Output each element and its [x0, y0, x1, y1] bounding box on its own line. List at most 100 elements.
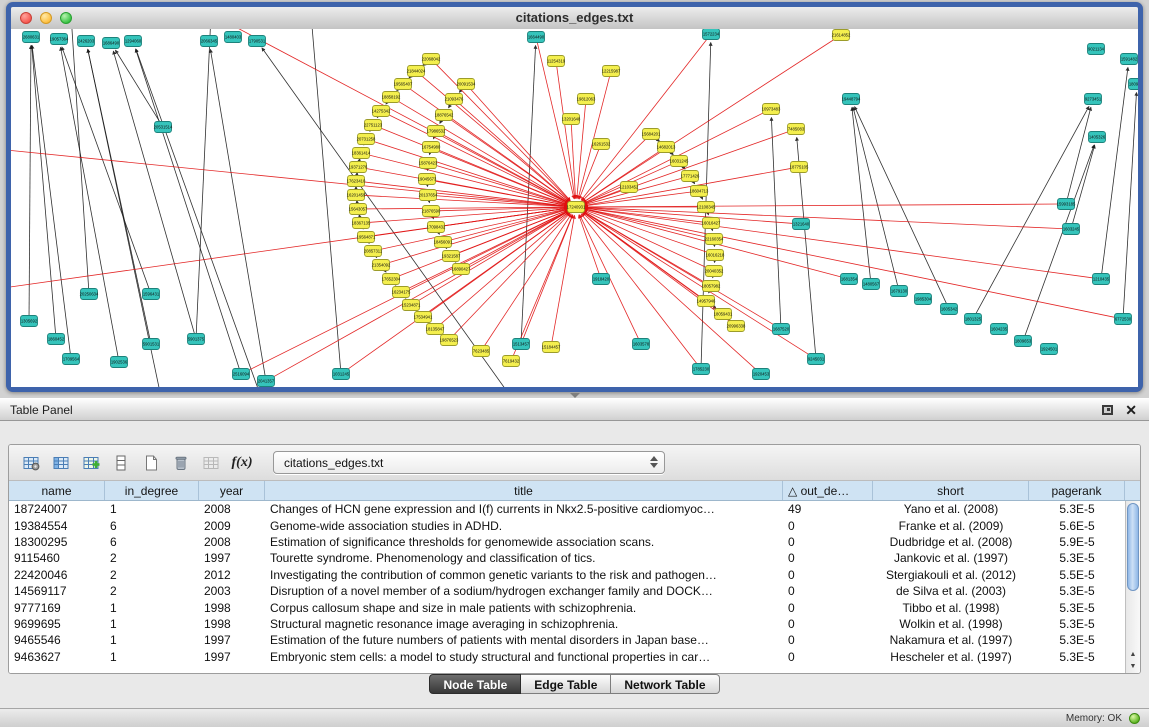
graph-node[interactable]: 1902536 [111, 357, 128, 368]
graph-node[interactable]: 16754980 [422, 142, 441, 153]
graph-node[interactable]: 1686490 [103, 38, 120, 49]
column-settings-icon[interactable] [17, 449, 44, 476]
graph-node[interactable]: 1918420 [593, 274, 610, 285]
graph-node[interactable]: 19057364 [50, 34, 69, 45]
graph-node[interactable]: 9273451 [1085, 94, 1102, 105]
graph-node[interactable]: 2041357 [258, 376, 275, 387]
graph-node[interactable]: 15684201 [642, 129, 661, 140]
graph-node[interactable]: 1709564 [63, 354, 80, 365]
select-columns-icon[interactable] [47, 449, 74, 476]
graph-node[interactable]: 5901375 [188, 334, 205, 345]
graph-node[interactable]: 14275342 [372, 106, 391, 117]
graph-node[interactable]: 20857311 [364, 246, 383, 257]
column-header-year[interactable]: year [199, 481, 265, 500]
graph-node[interactable]: 1809143 [1129, 79, 1139, 90]
graph-node[interactable]: 11254319 [547, 56, 566, 67]
graph-node[interactable]: 22160354 [705, 234, 724, 245]
scrollbar-thumb[interactable] [1127, 503, 1139, 591]
zoom-window-button[interactable] [60, 12, 72, 24]
column-header-pagerank[interactable]: pagerank [1029, 481, 1125, 500]
graph-node[interactable]: 1596431 [143, 289, 160, 300]
graph-node[interactable]: 19448794 [842, 94, 861, 105]
graph-node[interactable]: 1031245 [333, 369, 350, 380]
graph-node[interactable]: 1985304 [915, 294, 932, 305]
graph-node[interactable]: 9245031 [808, 354, 825, 365]
graph-node[interactable]: 2426203 [78, 36, 95, 47]
scroll-up-button[interactable]: ▲ [1126, 649, 1140, 661]
graph-node[interactable]: 1591482 [1121, 54, 1138, 65]
graph-node[interactable]: 1294060 [125, 36, 142, 47]
graph-node[interactable]: 1785230 [693, 364, 710, 375]
table-row[interactable]: 1830029562008Estimation of significance … [9, 534, 1125, 550]
graph-node[interactable]: 15876423 [419, 158, 438, 169]
table-row[interactable]: 2242004622012Investigating the contribut… [9, 567, 1125, 583]
graph-node[interactable]: 1210435 [1093, 274, 1110, 285]
graph-node[interactable]: 15184457 [542, 342, 561, 353]
graph-node[interactable]: 17986532 [427, 126, 446, 137]
edit-columns-icon[interactable] [77, 449, 104, 476]
graph-node[interactable]: 1480567 [863, 279, 880, 290]
graph-node[interactable]: 18135847 [426, 324, 445, 335]
graph-node[interactable]: 20040352 [705, 266, 724, 277]
graph-node[interactable]: 1604235 [991, 324, 1008, 335]
column-header-title[interactable]: title [265, 481, 783, 500]
float-panel-icon[interactable] [1102, 405, 1113, 415]
graph-node[interactable]: 16201459 [347, 190, 366, 201]
column-header-short[interactable]: short [873, 481, 1029, 500]
graph-node[interactable]: 1924501 [1041, 344, 1058, 355]
graph-node[interactable]: 19812063 [577, 94, 596, 105]
graph-node[interactable]: 1664490 [528, 32, 545, 43]
graph-node[interactable]: 15234871 [402, 300, 421, 311]
graph-node[interactable]: 1480403 [225, 32, 242, 43]
graph-node[interactable]: 18876542 [435, 110, 454, 121]
graph-node[interactable]: 21093476 [445, 94, 464, 105]
graph-node[interactable]: 19876523 [440, 335, 459, 346]
graph-node[interactable]: 1513457 [513, 339, 530, 350]
graph-node[interactable]: 2066345 [201, 36, 218, 47]
graph-node[interactable]: 19045673 [418, 174, 437, 185]
minimize-window-button[interactable] [40, 12, 52, 24]
graph-node[interactable]: 20137654 [419, 190, 438, 201]
row-tools-icon[interactable] [107, 449, 134, 476]
graph-node[interactable]: 12103452 [620, 182, 639, 193]
table-row[interactable]: 1938455462009Genome-wide association stu… [9, 517, 1125, 533]
graph-node[interactable]: 19564871 [357, 232, 376, 243]
graph-node[interactable]: 19565407 [394, 79, 413, 90]
graph-node[interactable]: 1809653 [1015, 336, 1032, 347]
table-row[interactable]: 1872400712008Changes of HCN gene express… [9, 501, 1125, 517]
graph-node[interactable]: 17652304 [382, 274, 401, 285]
function-builder-button[interactable]: f(x) [227, 455, 257, 471]
graph-node[interactable]: 5901531 [143, 339, 160, 350]
graph-node[interactable]: 18361414 [352, 148, 371, 159]
graph-node[interactable]: 12108345 [697, 202, 716, 213]
graph-node[interactable]: 1305692 [21, 316, 38, 327]
graph-node[interactable]: 18057982 [702, 281, 721, 292]
graph-node[interactable]: 21876590 [422, 206, 441, 217]
graph-node[interactable]: 1920453 [753, 369, 770, 380]
graph-node[interactable]: 17240931 [567, 202, 586, 213]
table-row[interactable]: 977716911998Corpus callosum shape and si… [9, 599, 1125, 615]
network-graph-svg[interactable]: 1724093122068042218440241956540718858192… [11, 29, 1138, 387]
graph-node[interactable]: 1860452 [48, 334, 65, 345]
graph-node[interactable]: 15643057 [349, 204, 368, 215]
graph-node[interactable]: 1572234 [703, 29, 720, 40]
table-row[interactable]: 969969511998Structural magnetic resonanc… [9, 616, 1125, 632]
table-row[interactable]: 911546021997Tourette syndrome. Phenomeno… [9, 550, 1125, 566]
graph-node[interactable]: 7485083 [788, 124, 805, 135]
graph-node[interactable]: 16016218 [706, 250, 725, 261]
graph-node[interactable]: 2516094 [233, 369, 250, 380]
graph-node[interactable]: 7619432 [503, 356, 520, 367]
table-row[interactable]: 946362711997Embryonic stem cells: a mode… [9, 649, 1125, 665]
graph-node[interactable]: 20250634 [80, 289, 99, 300]
graph-node[interactable]: 17623410 [347, 176, 366, 187]
graph-node[interactable]: 17534941 [414, 312, 433, 323]
graph-node[interactable]: 17771426 [681, 171, 700, 182]
graph-node[interactable]: 14682013 [657, 142, 676, 153]
graph-node[interactable]: 1790531 [249, 36, 266, 47]
delete-table-icon[interactable] [167, 449, 194, 476]
table-selector-dropdown[interactable]: citations_edges.txt [273, 451, 665, 474]
graph-node[interactable]: 1405326 [1089, 132, 1106, 143]
graph-node[interactable]: 16016427 [702, 218, 721, 229]
graph-node[interactable]: 21844024 [407, 66, 426, 77]
graph-node[interactable]: 1603578 [633, 339, 650, 350]
